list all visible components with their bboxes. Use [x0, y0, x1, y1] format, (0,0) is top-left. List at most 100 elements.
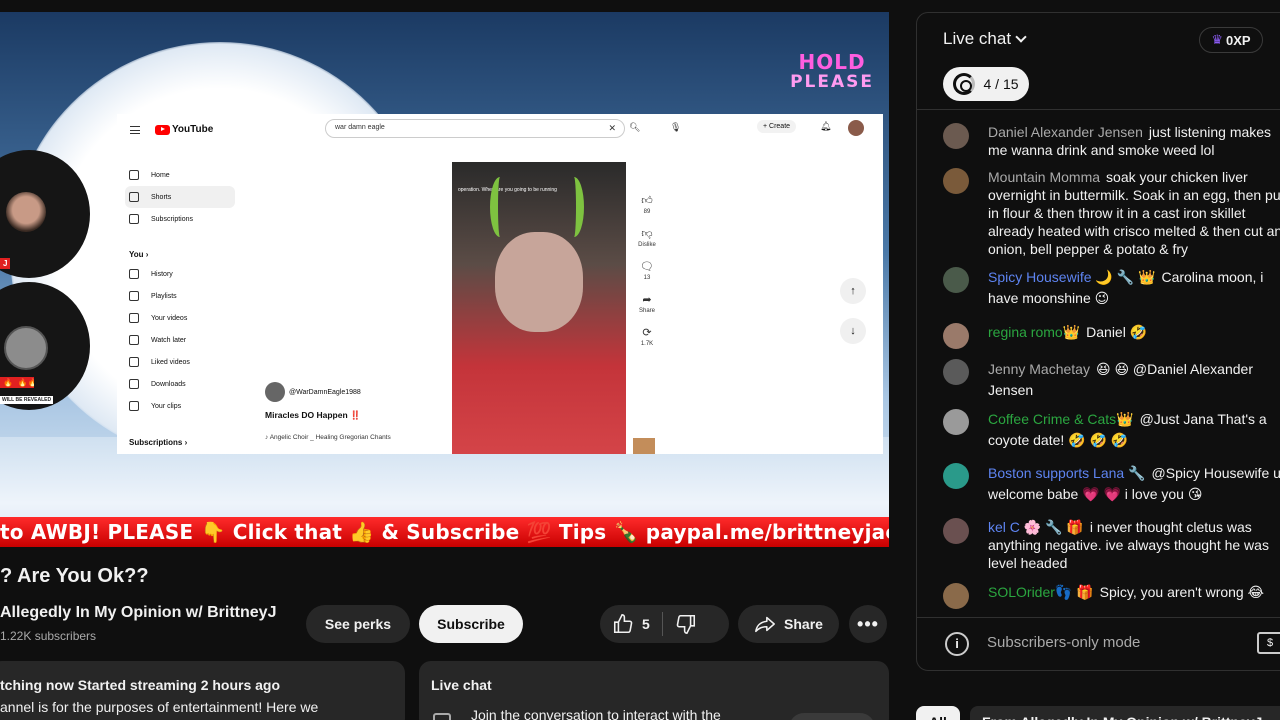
remix-icon: ⟳ [642, 327, 652, 339]
chat-avatar[interactable] [943, 323, 969, 349]
nav-your-videos-label: Your videos [151, 314, 188, 322]
short-video-frame: operation. When are you going to be runn… [452, 162, 626, 454]
short-channel-name: @WarDamnEagle1988 [289, 388, 361, 396]
chat-author[interactable]: SOLOrider👣 🎁 [988, 584, 1094, 600]
your-videos-icon [129, 313, 139, 323]
thumbs-down-icon [676, 614, 695, 634]
short-remix-count: 1.7K [640, 341, 654, 347]
like-count: 5 [642, 616, 650, 632]
youtube-play-icon [155, 124, 170, 135]
super-chat-icon[interactable]: $ [1257, 632, 1280, 654]
crown-icon: ♛ [1211, 32, 1224, 47]
target-icon [953, 73, 976, 95]
info-icon[interactable]: i [945, 632, 969, 656]
watch-later-icon [129, 335, 139, 345]
chat-header-divider [917, 109, 1280, 110]
nav-watch-later-label: Watch later [151, 336, 187, 344]
nav-watch-later: Watch later [125, 329, 235, 351]
chat-avatar[interactable] [943, 463, 969, 489]
embedded-youtube-screen: YouTube war damn eagle ✕ 🔍︎ 🎙︎ + Create 🔔… [117, 114, 883, 454]
chat-author[interactable]: Mountain Momma [988, 169, 1100, 185]
short-title: Miracles DO Happen ‼️ [265, 410, 361, 420]
nav-home: Home [125, 164, 235, 186]
chat-avatar[interactable] [943, 518, 969, 544]
hold-line2: PLEASE [790, 72, 874, 92]
short-like-count: 89 [643, 209, 651, 215]
nav-subscriptions-label: Subscriptions [151, 215, 194, 223]
channel-name[interactable]: Allegedly In My Opinion w/ BrittneyJ [0, 604, 276, 622]
chat-avatar[interactable] [943, 583, 969, 609]
chat-author[interactable]: kel C 🌸 🔧 🎁 [988, 519, 1084, 535]
nav-downloads-label: Downloads [151, 380, 186, 388]
short-actions: 👍︎ 89 👎︎ Dislike 🗨︎ 13 ➦ Share ⟳ 1.7K [632, 194, 662, 359]
video-player[interactable]: HOLD PLEASE J 🔥 🔥🔥🔥 WILL BE REVEALED You… [0, 12, 889, 547]
chat-message-body: Coffee Crime & Cats👑 @Just Jana That's a … [988, 409, 1280, 451]
share-button[interactable]: Share [738, 605, 839, 643]
chat-text: Spicy, you aren't wrong 😂 [1099, 584, 1264, 600]
chip-from-channel[interactable]: From Allegedly In My Opinion w/ Brittney… [970, 706, 1280, 720]
chat-message-list[interactable]: Daniel Alexander Jensen just listening ma… [917, 121, 1280, 616]
chat-avatar[interactable] [943, 168, 969, 194]
chip-all[interactable]: All [916, 706, 960, 720]
channel-badge [4, 326, 48, 370]
live-chat-mode-dropdown[interactable]: Live chat [943, 29, 1027, 49]
short-like: 👍︎ 89 [632, 194, 662, 215]
chat-author[interactable]: regina romo👑 [988, 324, 1080, 340]
account-avatar [848, 120, 864, 136]
chat-message-body: Daniel Alexander Jensen just listening ma… [988, 123, 1280, 159]
chat-message-body: kel C 🌸 🔧 🎁 i never thought cletus was an… [988, 518, 1280, 572]
hold-please-overlay: HOLD PLEASE [790, 52, 874, 92]
chat-avatar[interactable] [943, 359, 969, 385]
chevron-down-icon [1015, 30, 1027, 43]
chat-avatar[interactable] [943, 123, 969, 149]
chat-message-body: Jenny Machetay 😆 😆 @Daniel Alexander Jens… [988, 359, 1280, 401]
live-chat-promo: Live chat Join the conversation to inter… [419, 661, 889, 720]
short-channel-avatar [265, 382, 285, 402]
face-image [495, 232, 583, 332]
bell-icon: 🔔︎ [820, 121, 832, 131]
home-icon [129, 170, 139, 180]
description-text: annel is for the purposes of entertainme… [0, 699, 319, 715]
thumbs-up-icon [613, 614, 633, 634]
hold-line1: HOLD [798, 50, 866, 74]
chat-avatar[interactable] [943, 409, 969, 435]
short-comments: 🗨︎ 13 [632, 260, 662, 281]
description-box[interactable]: tching now Started streaming 2 hours ago… [0, 661, 405, 720]
cam-tag-3: WILL BE REVEALED [0, 396, 54, 404]
chat-author[interactable]: Spicy Housewife 🌙 🔧 👑 [988, 269, 1155, 285]
short-music: ♪ Angelic Choir _ Healing Gregorian Chan… [265, 434, 391, 441]
nav-liked-videos-label: Liked videos [151, 358, 190, 366]
thumbs-up-icon: 👍︎ [641, 195, 653, 207]
short-dislike: 👎︎ Dislike [632, 227, 662, 248]
subscriber-count: 1.22K subscribers [0, 629, 97, 643]
short-dislike-label: Dislike [638, 242, 656, 248]
horn-right [564, 177, 584, 237]
open-chat-button[interactable] [789, 713, 875, 720]
dislike-button[interactable] [663, 605, 709, 643]
shorts-icon [129, 192, 139, 202]
nav-playlists-label: Playlists [151, 292, 177, 300]
embed-search-value: war damn eagle [335, 124, 385, 131]
xp-value: 0XP [1226, 32, 1251, 48]
chat-author[interactable]: Jenny Machetay [988, 361, 1090, 377]
live-chat-header: Live chat [943, 29, 1012, 48]
chat-message-body: Mountain Momma soak your chicken liver ov… [988, 168, 1280, 258]
chat-author[interactable]: Daniel Alexander Jensen [988, 124, 1143, 140]
live-chat-promo-text: Join the conversation to interact with t… [471, 707, 721, 720]
chat-author[interactable]: Boston supports Lana 🔧 [988, 465, 1146, 481]
like-dislike-group: 5 [600, 605, 729, 643]
chat-progress-pill[interactable]: 4 / 15 [943, 67, 1029, 101]
short-channel: @WarDamnEagle1988 [265, 382, 361, 402]
like-button[interactable]: 5 [600, 605, 662, 643]
see-perks-button[interactable]: See perks [306, 605, 410, 643]
nav-history-label: History [151, 270, 173, 278]
webcam-face [6, 192, 46, 232]
chat-avatar[interactable] [943, 267, 969, 293]
clear-icon: ✕ [608, 123, 616, 133]
xp-badge[interactable]: ♛ 0XP [1199, 27, 1263, 53]
video-title: ? Are You Ok?? [0, 565, 149, 587]
more-icon: ••• [857, 613, 879, 634]
subscribe-button[interactable]: Subscribe [419, 605, 523, 643]
more-actions-button[interactable]: ••• [849, 605, 887, 643]
chat-author[interactable]: Coffee Crime & Cats👑 [988, 411, 1134, 427]
